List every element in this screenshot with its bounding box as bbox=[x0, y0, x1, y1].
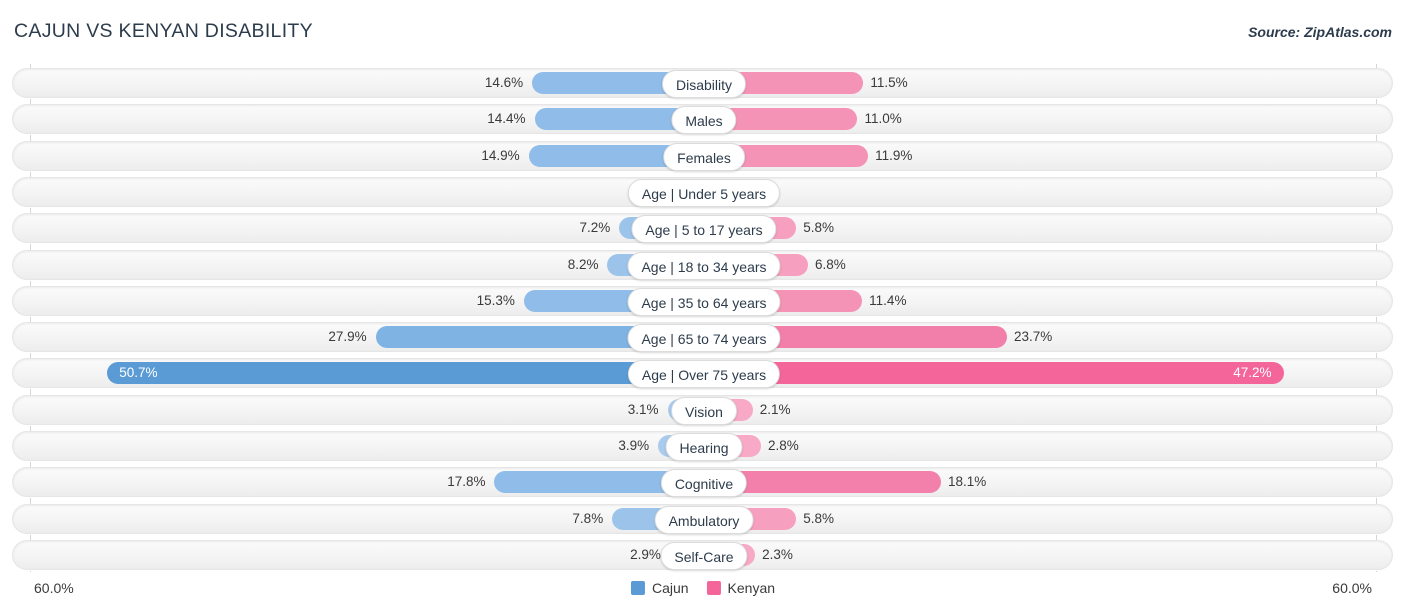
legend-label: Cajun bbox=[651, 580, 689, 596]
category-label-pill: Ambulatory bbox=[654, 505, 754, 534]
legend-swatch-icon bbox=[630, 581, 645, 595]
legend-swatch-icon bbox=[706, 581, 721, 595]
value-label-kenyan: 2.1% bbox=[759, 401, 791, 417]
value-label-cajun: 8.2% bbox=[567, 256, 599, 272]
value-label-kenyan: 11.0% bbox=[864, 111, 902, 127]
bar-kenyan bbox=[728, 471, 942, 494]
value-label-kenyan: 47.2% bbox=[1233, 365, 1272, 381]
chart-row: 8.2% 6.8% Age | 18 to 34 years bbox=[12, 249, 1393, 280]
value-label-cajun: 14.9% bbox=[481, 147, 520, 163]
bar-kenyan bbox=[728, 72, 864, 94]
category-label-pill: Hearing bbox=[665, 433, 743, 461]
bar-cajun bbox=[107, 362, 704, 385]
value-label-kenyan: 23.7% bbox=[1013, 329, 1053, 345]
value-label-kenyan: 5.8% bbox=[803, 220, 835, 236]
page-title: Cajun vs Kenyan Disability bbox=[14, 20, 313, 42]
category-label-pill: Males bbox=[671, 106, 737, 135]
chart-row: 15.3% 11.4% Age | 35 to 64 years bbox=[12, 285, 1393, 316]
value-label-cajun: 2.9% bbox=[630, 546, 661, 562]
source-attribution: Source: ZipAtlas.com bbox=[1248, 24, 1392, 40]
category-label-pill: Females bbox=[663, 142, 745, 171]
chart-row: 17.8% 18.1% Cognitive bbox=[12, 467, 1393, 498]
value-label-cajun: 14.4% bbox=[487, 111, 526, 127]
category-label-pill: Age | Under 5 years bbox=[627, 178, 781, 207]
value-label-cajun: 50.7% bbox=[119, 365, 158, 381]
value-label-cajun: 7.8% bbox=[572, 510, 604, 526]
value-label-kenyan: 11.9% bbox=[875, 147, 913, 163]
chart-row: 14.9% 11.9% Females bbox=[12, 140, 1393, 171]
value-label-cajun: 27.9% bbox=[328, 329, 367, 345]
value-label-cajun: 17.8% bbox=[447, 474, 486, 490]
value-label-cajun: 3.1% bbox=[627, 401, 659, 417]
category-label-pill: Cognitive bbox=[660, 469, 748, 498]
value-label-kenyan: 5.8% bbox=[803, 510, 835, 526]
category-label-pill: Age | 65 to 74 years bbox=[627, 324, 781, 353]
axis-label-right: 60.0% bbox=[1332, 580, 1372, 596]
bar-kenyan bbox=[728, 362, 1284, 385]
chart-header: Cajun vs Kenyan Disability Source: ZipAt… bbox=[0, 0, 1406, 58]
value-label-kenyan: 18.1% bbox=[948, 474, 987, 490]
legend-item-cajun[interactable]: Cajun bbox=[630, 580, 689, 596]
chart-row: 7.2% 5.8% Age | 5 to 17 years bbox=[12, 213, 1393, 244]
value-label-cajun: 14.6% bbox=[484, 75, 524, 90]
chart-row: 7.8% 5.8% Ambulatory bbox=[12, 503, 1393, 534]
axis-label-left: 60.0% bbox=[34, 580, 74, 596]
value-label-cajun: 3.9% bbox=[618, 438, 650, 453]
value-label-kenyan: 6.8% bbox=[815, 256, 846, 272]
category-label-pill: Age | 18 to 34 years bbox=[627, 251, 781, 280]
value-label-kenyan: 11.4% bbox=[869, 292, 907, 308]
chart-legend: Cajun Kenyan bbox=[630, 580, 776, 596]
chart-row: 3.9% 2.8% Hearing bbox=[12, 431, 1393, 461]
category-label-pill: Self-Care bbox=[660, 541, 748, 570]
bar-kenyan bbox=[728, 108, 858, 131]
category-label-pill: Vision bbox=[671, 396, 737, 425]
chart-row: 14.4% 11.0% Males bbox=[12, 104, 1393, 135]
chart-plot-area: 14.6% 11.5% Disability 14.4% 11.0% Males 14.9%… bbox=[0, 58, 1406, 572]
chart-row: 2.9% 2.3% Self-Care bbox=[12, 539, 1393, 570]
bar-kenyan bbox=[728, 144, 869, 167]
category-label-pill: Age | Over 75 years bbox=[627, 360, 781, 389]
value-label-kenyan: 2.3% bbox=[762, 546, 793, 562]
category-label-pill: Age | 5 to 17 years bbox=[631, 215, 777, 244]
chart-row: 27.9% 23.7% Age | 65 to 74 years bbox=[12, 322, 1393, 353]
chart-row: 1.6%1.2%Age | Under 5 years bbox=[12, 176, 1393, 207]
category-label-pill: Age | 35 to 64 years bbox=[627, 287, 781, 316]
value-label-cajun: 15.3% bbox=[476, 292, 515, 308]
legend-item-kenyan[interactable]: Kenyan bbox=[706, 580, 776, 596]
category-label-pill: Disability bbox=[661, 70, 747, 98]
value-label-kenyan: 2.8% bbox=[767, 438, 799, 453]
value-label-kenyan: 11.5% bbox=[870, 75, 908, 90]
chart-row: 14.6% 11.5% Disability bbox=[12, 68, 1393, 98]
legend-label: Kenyan bbox=[727, 580, 776, 596]
value-label-cajun: 7.2% bbox=[579, 220, 611, 236]
chart-footer: 60.0% 60.0% Cajun Kenyan bbox=[0, 570, 1406, 612]
chart-row: 50.7% 47.2% Age | Over 75 years bbox=[12, 358, 1393, 389]
chart-row: 3.1% 2.1% Vision bbox=[12, 394, 1393, 425]
